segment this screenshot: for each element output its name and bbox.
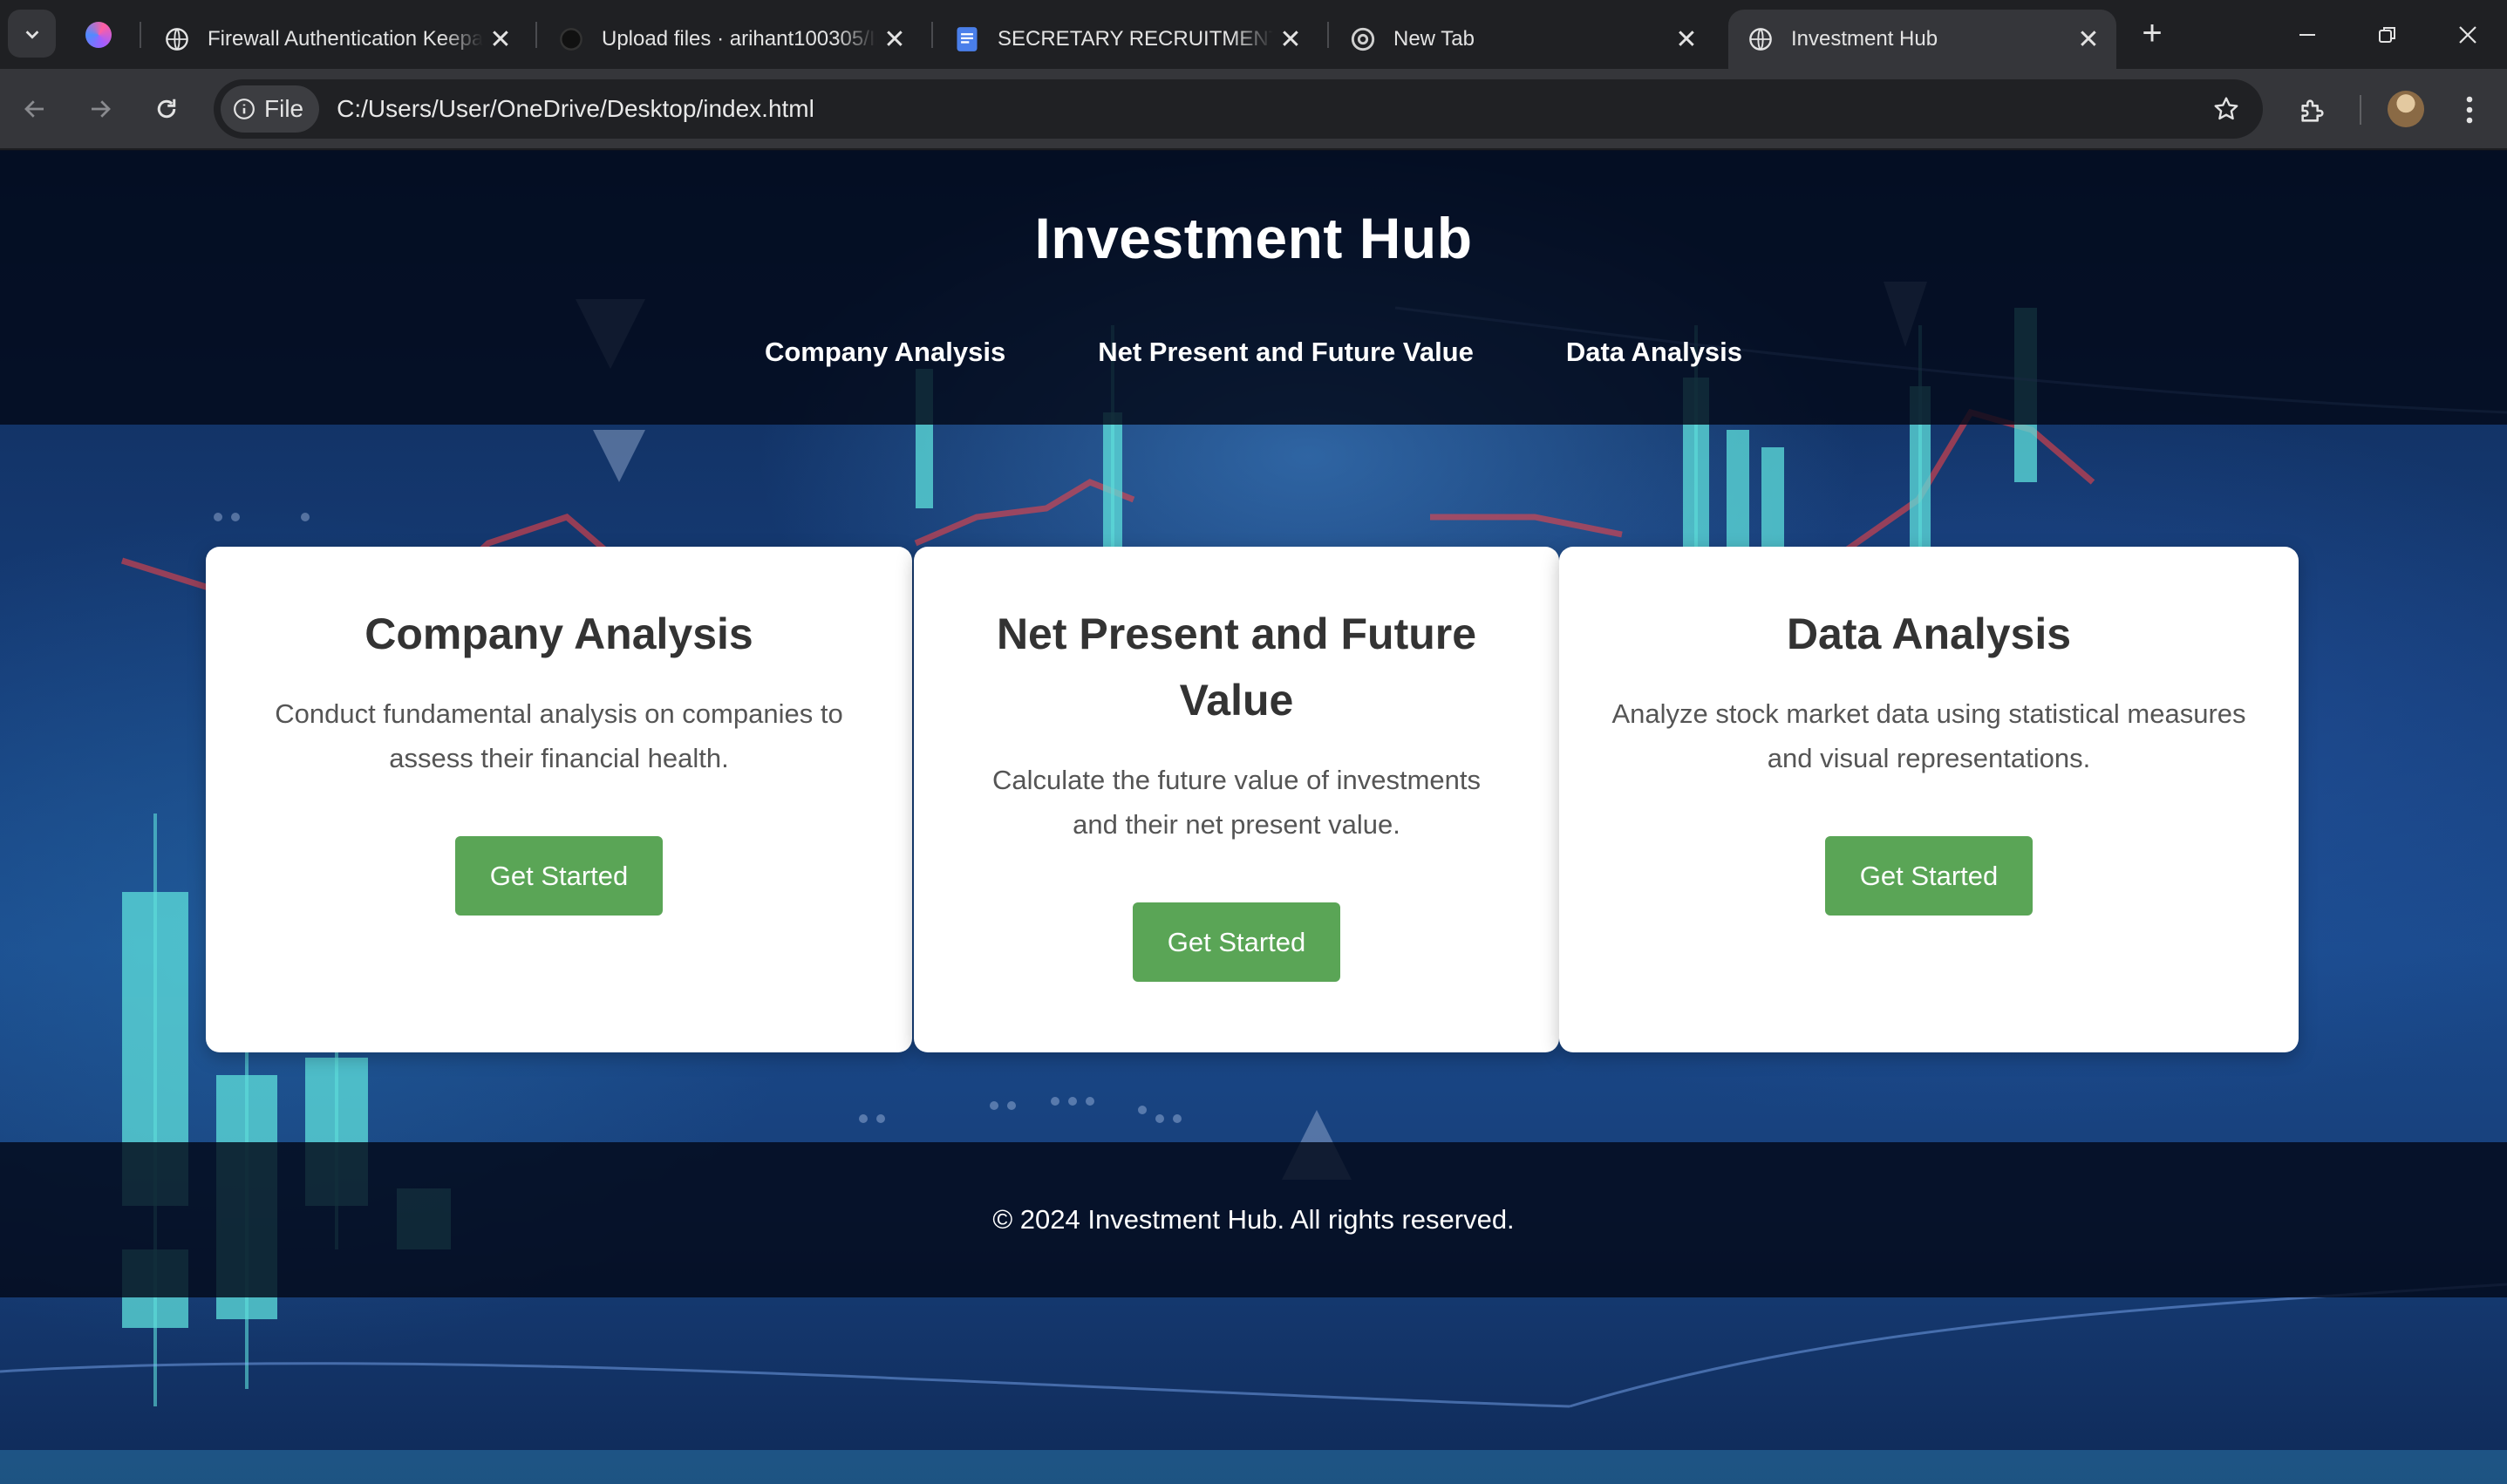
card-data-analysis: Data Analysis Analyze stock market data … xyxy=(1559,547,2299,1052)
tab-new-tab[interactable]: New Tab ✕ xyxy=(1331,10,1714,69)
github-icon xyxy=(558,26,584,52)
restore-button[interactable] xyxy=(2347,0,2428,69)
tab-investment-hub[interactable]: Investment Hub ✕ xyxy=(1728,10,2116,69)
card-title: Data Analysis xyxy=(1786,609,2072,658)
card-description: Conduct fundamental analysis on companie… xyxy=(275,698,843,773)
tab-title: SECRETARY RECRUITMENT TASK xyxy=(998,27,1273,51)
card-description: Analyze stock market data using statisti… xyxy=(1611,698,2246,773)
reload-button[interactable] xyxy=(140,83,193,135)
card-title: Net Present and Future Value xyxy=(996,609,1477,725)
nav-link-company-analysis[interactable]: Company Analysis xyxy=(765,337,1005,368)
copyright-text: © 2024 Investment Hub. All rights reserv… xyxy=(992,1204,1515,1235)
nav-link-npv-fv[interactable]: Net Present and Future Value xyxy=(1098,337,1474,368)
tab-firewall[interactable]: Firewall Authentication Keepalive ✕ xyxy=(145,10,528,69)
tab-github-upload[interactable]: Upload files · arihant100305/Investment-… xyxy=(539,10,923,69)
site-title: Investment Hub xyxy=(1034,206,1473,270)
tab-separator xyxy=(535,22,537,48)
tab-search-button[interactable] xyxy=(8,10,56,58)
site-info-chip[interactable]: File xyxy=(221,85,320,133)
arrow-left-icon xyxy=(24,100,44,118)
get-started-button[interactable]: Get Started xyxy=(454,836,664,916)
chevron-down-icon xyxy=(25,30,38,39)
close-tab-icon[interactable]: ✕ xyxy=(1669,22,1704,57)
site-info-label: File xyxy=(264,95,304,122)
toolbar-separator xyxy=(2360,95,2361,125)
minimize-icon xyxy=(2299,33,2315,36)
card-company-analysis: Company Analysis Conduct fundamental ana… xyxy=(206,547,912,1052)
page-viewport: Investment Hub Company Analysis Net Pres… xyxy=(0,151,2507,1484)
new-tab-button[interactable]: + xyxy=(2133,14,2171,52)
get-started-button[interactable]: Get Started xyxy=(1132,902,1341,982)
profile-avatar[interactable] xyxy=(2388,91,2424,127)
close-tab-icon[interactable]: ✕ xyxy=(483,22,518,57)
main-nav: Company Analysis Net Present and Future … xyxy=(765,337,1742,368)
copilot-icon[interactable] xyxy=(85,22,112,48)
close-icon xyxy=(2459,25,2476,44)
url-text[interactable]: C:/Users/User/OneDrive/Desktop/index.htm… xyxy=(337,95,814,123)
close-tab-icon[interactable]: ✕ xyxy=(1273,22,1308,57)
tab-title: New Tab xyxy=(1393,27,1475,51)
close-tab-icon[interactable]: ✕ xyxy=(2071,22,2106,57)
globe-icon xyxy=(164,26,190,52)
browser-toolbar: File C:/Users/User/OneDrive/Desktop/inde… xyxy=(0,69,2507,150)
kebab-menu-icon[interactable] xyxy=(2452,92,2487,128)
tab-separator xyxy=(1327,22,1329,48)
reload-icon xyxy=(157,99,176,119)
tab-separator xyxy=(931,22,933,48)
tab-separator xyxy=(140,22,141,48)
arrow-right-icon xyxy=(92,100,111,118)
get-started-button[interactable]: Get Started xyxy=(1824,836,2034,916)
back-button[interactable] xyxy=(9,83,61,135)
card-description: Calculate the future value of investment… xyxy=(991,765,1482,840)
nav-link-data-analysis[interactable]: Data Analysis xyxy=(1566,337,1742,368)
info-icon xyxy=(234,99,255,119)
tab-title: Firewall Authentication Keepalive xyxy=(208,27,483,51)
globe-icon xyxy=(1747,26,1774,52)
bookmark-star-icon[interactable] xyxy=(2209,92,2244,126)
feature-cards: Company Analysis Conduct fundamental ana… xyxy=(206,547,2299,1052)
address-bar[interactable]: File C:/Users/User/OneDrive/Desktop/inde… xyxy=(214,79,2263,139)
chrome-icon xyxy=(1350,26,1376,52)
card-title: Company Analysis xyxy=(364,609,753,658)
browser-tab-strip: Firewall Authentication Keepalive ✕ Uplo… xyxy=(0,0,2507,69)
close-tab-icon[interactable]: ✕ xyxy=(877,22,912,57)
site-footer: © 2024 Investment Hub. All rights reserv… xyxy=(0,1142,2507,1297)
tab-title: Investment Hub xyxy=(1791,27,1938,51)
forward-button[interactable] xyxy=(74,83,126,135)
minimize-button[interactable] xyxy=(2267,0,2347,69)
restore-icon xyxy=(2379,26,2395,43)
docs-icon xyxy=(954,26,980,52)
extensions-puzzle-icon[interactable] xyxy=(2293,92,2332,130)
tab-title: Upload files · arihant100305/Investment-… xyxy=(602,27,877,51)
tab-secretary-task[interactable]: SECRETARY RECRUITMENT TASK ✕ xyxy=(935,10,1318,69)
card-npv-fv: Net Present and Future Value Calculate t… xyxy=(914,547,1559,1052)
site-header: Investment Hub Company Analysis Net Pres… xyxy=(0,151,2507,425)
close-window-button[interactable] xyxy=(2428,0,2507,69)
